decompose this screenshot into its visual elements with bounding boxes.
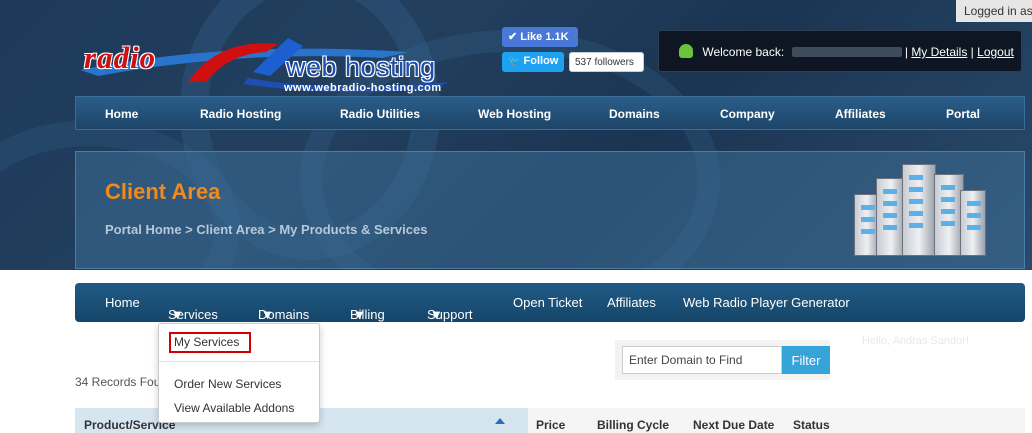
page-title: Client Area bbox=[105, 179, 221, 204]
domain-search: Filter bbox=[615, 340, 830, 380]
th-next-due-date[interactable]: Next Due Date bbox=[693, 418, 774, 432]
sort-ascending-icon[interactable] bbox=[495, 418, 505, 424]
nav-web-hosting[interactable]: Web Hosting bbox=[478, 107, 551, 121]
services-dropdown-menu: My Services Order New Services View Avai… bbox=[158, 323, 320, 423]
logo-url: www.webradio-hosting.com bbox=[284, 82, 442, 94]
welcome-box: Welcome back: | My Details | Logout bbox=[658, 30, 1022, 72]
user-icon bbox=[679, 44, 693, 58]
nav-portal[interactable]: Portal bbox=[946, 107, 980, 121]
caret-down-icon: ▼ bbox=[261, 307, 274, 322]
menu-item-order-new-services[interactable]: Order New Services bbox=[174, 377, 281, 391]
nav-domains[interactable]: Domains bbox=[609, 107, 660, 121]
nav-radio-utilities[interactable]: Radio Utilities bbox=[340, 107, 420, 121]
caret-down-icon: ▼ bbox=[353, 307, 366, 322]
follow-label: Follow bbox=[523, 55, 559, 67]
twitter-bird-icon: 🐦 bbox=[508, 56, 521, 67]
nav-affiliates[interactable]: Affiliates bbox=[835, 107, 886, 121]
menu-item-view-addons[interactable]: View Available Addons bbox=[174, 401, 294, 415]
sec-nav-player-generator[interactable]: Web Radio Player Generator bbox=[683, 295, 850, 310]
welcome-text: Welcome back: bbox=[702, 45, 785, 59]
menu-divider bbox=[159, 361, 319, 362]
domain-search-input[interactable] bbox=[622, 346, 782, 374]
client-navigation: Home Services ▼ Domains ▼ Billing ▼ Support… bbox=[75, 283, 1025, 322]
th-billing-cycle[interactable]: Billing Cycle bbox=[597, 418, 669, 432]
server-rack-icon bbox=[854, 160, 994, 270]
menu-item-my-services[interactable]: My Services bbox=[174, 335, 239, 349]
logo-word-radio: radio bbox=[84, 40, 157, 75]
nav-radio-hosting[interactable]: Radio Hosting bbox=[200, 107, 281, 121]
breadcrumb: Portal Home > Client Area > My Products … bbox=[105, 222, 428, 237]
sec-nav-open-ticket[interactable]: Open Ticket bbox=[513, 295, 582, 310]
blurred-username bbox=[791, 47, 902, 57]
twitter-followers-count: 537 followers bbox=[569, 52, 644, 72]
th-price[interactable]: Price bbox=[536, 418, 565, 432]
logout-link[interactable]: Logout bbox=[977, 45, 1014, 59]
filter-button[interactable]: Filter bbox=[782, 346, 830, 374]
th-status[interactable]: Status bbox=[793, 418, 830, 432]
logo-word-web-hosting: web hosting bbox=[286, 52, 436, 82]
main-navigation: Home Radio Hosting Radio Utilities Web H… bbox=[75, 96, 1025, 130]
hello-user-text: Hello, Andras Sandor! bbox=[862, 335, 970, 347]
facebook-like-button[interactable]: ✔ Like 1.1K bbox=[502, 27, 578, 47]
logged-in-indicator: Logged in as bbox=[956, 0, 1032, 22]
like-label: Like 1.1K bbox=[520, 31, 569, 43]
sec-nav-home[interactable]: Home bbox=[105, 295, 140, 310]
caret-down-icon: ▼ bbox=[430, 307, 443, 322]
site-logo[interactable]: radio web hosting www.webradio-hosting.c… bbox=[78, 32, 468, 98]
nav-home[interactable]: Home bbox=[105, 107, 138, 121]
client-area-banner: Client Area Portal Home > Client Area > … bbox=[75, 151, 1025, 269]
my-details-link[interactable]: My Details bbox=[911, 45, 967, 59]
sec-nav-affiliates[interactable]: Affiliates bbox=[607, 295, 656, 310]
twitter-follow-button[interactable]: 🐦 Follow bbox=[502, 52, 564, 72]
separator: | bbox=[904, 45, 908, 59]
checkmark-icon: ✔ bbox=[508, 31, 518, 43]
caret-down-icon: ▼ bbox=[171, 307, 184, 322]
separator: | bbox=[970, 45, 974, 59]
nav-company[interactable]: Company bbox=[720, 107, 775, 121]
